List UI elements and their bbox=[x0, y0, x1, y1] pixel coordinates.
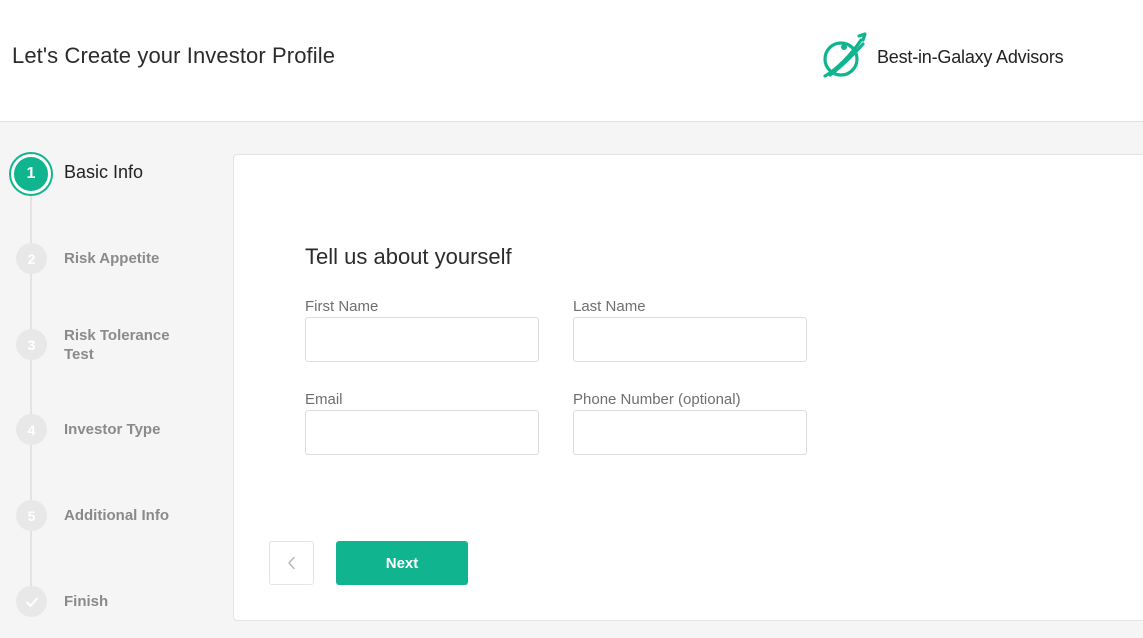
back-button[interactable] bbox=[269, 541, 314, 585]
step-label: Finish bbox=[64, 593, 109, 610]
next-button[interactable]: Next bbox=[336, 541, 468, 585]
last-name-label: Last Name bbox=[573, 298, 646, 315]
page-header: Let's Create your Investor Profile Best-… bbox=[0, 0, 1143, 122]
phone-label: Phone Number (optional) bbox=[573, 391, 741, 408]
progress-stepper: 1 Basic Info 2 Risk Appetite 3 Risk Tole… bbox=[0, 122, 230, 638]
phone-group: Phone Number (optional) bbox=[573, 390, 807, 455]
email-input[interactable] bbox=[305, 410, 539, 455]
email-label: Email bbox=[305, 391, 343, 408]
first-name-label: First Name bbox=[305, 298, 379, 315]
step-label: Risk Tolerance Test bbox=[64, 327, 170, 363]
brand-name: Best-in-Galaxy Advisors bbox=[877, 46, 1064, 67]
step-number-badge: 2 bbox=[16, 243, 47, 274]
step-number-badge: 3 bbox=[16, 329, 47, 360]
phone-input[interactable] bbox=[573, 410, 807, 455]
last-name-input[interactable] bbox=[573, 317, 807, 362]
step-check-badge bbox=[16, 586, 47, 617]
step-label: Investor Type bbox=[64, 421, 161, 438]
first-name-group: First Name bbox=[305, 297, 539, 362]
email-group: Email bbox=[305, 390, 539, 455]
form-heading: Tell us about yourself bbox=[305, 244, 512, 269]
step-number-badge: 5 bbox=[16, 500, 47, 531]
page-title: Let's Create your Investor Profile bbox=[12, 43, 336, 68]
form-card: Tell us about yourself First Name Last N… bbox=[233, 154, 1143, 621]
step-number-badge: 1 bbox=[11, 154, 51, 194]
chevron-left-icon bbox=[287, 556, 295, 570]
step-number-badge: 4 bbox=[16, 414, 47, 445]
first-name-input[interactable] bbox=[305, 317, 539, 362]
last-name-group: Last Name bbox=[573, 297, 807, 362]
brand[interactable]: Best-in-Galaxy Advisors bbox=[816, 30, 1064, 84]
check-icon bbox=[25, 597, 38, 607]
step-label: Basic Info bbox=[64, 162, 144, 182]
planet-rocket-logo-icon bbox=[823, 32, 867, 78]
step-label: Additional Info bbox=[64, 507, 169, 524]
step-label: Risk Appetite bbox=[64, 250, 160, 267]
